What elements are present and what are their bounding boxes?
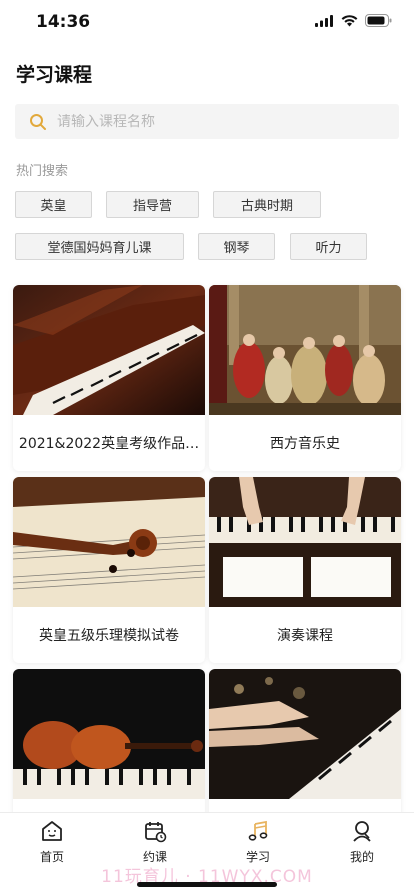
status-time: 14:36: [36, 12, 91, 32]
course-card[interactable]: 演奏课程: [209, 477, 401, 663]
profile-icon: [353, 821, 371, 842]
course-card[interactable]: 英皇五级乐理模拟试卷: [13, 477, 205, 663]
search-icon: [29, 113, 47, 131]
course-image-classical-painting: [209, 285, 401, 415]
hot-search-label: 热门搜索: [16, 164, 69, 179]
calendar-icon: [145, 822, 167, 843]
course-title: 2021&2022英皇考级作品…: [18, 436, 200, 452]
course-title: 英皇五级乐理模拟试卷: [39, 628, 179, 644]
tag-gudianshiqi[interactable]: 古典时期: [213, 191, 321, 218]
tag-yinghuang[interactable]: 英皇: [15, 191, 92, 218]
search-bar[interactable]: [15, 104, 399, 139]
tag-zhidaoying[interactable]: 指导营: [106, 191, 199, 218]
course-card[interactable]: 西方音乐史: [209, 285, 401, 471]
tag-gangqin[interactable]: 钢琴: [198, 233, 275, 260]
course-card[interactable]: 2021&2022英皇考级作品…: [13, 285, 205, 471]
home-icon: [42, 821, 62, 841]
battery-icon: [365, 14, 392, 27]
search-input[interactable]: [57, 113, 357, 130]
course-image-grand-piano: [13, 285, 205, 415]
status-bar: 14:36: [0, 0, 414, 44]
course-title: 西方音乐史: [270, 436, 340, 452]
page-title: 学习课程: [16, 64, 93, 86]
status-icons: [315, 14, 392, 27]
course-image-hands-on-piano: [209, 477, 401, 607]
tag-parenting-course[interactable]: 堂德国妈妈育儿课: [15, 233, 184, 260]
wifi-icon: [341, 14, 358, 26]
music-note-icon: [248, 820, 268, 841]
course-image-violin-sheet-music: [13, 477, 205, 607]
course-image-violin-on-piano: [13, 669, 205, 799]
course-title: 演奏课程: [277, 628, 333, 644]
signal-icon: [315, 14, 333, 27]
course-image-hands-playing-keys: [209, 669, 401, 799]
tag-tingli[interactable]: 听力: [290, 233, 367, 260]
home-indicator: [137, 882, 277, 887]
